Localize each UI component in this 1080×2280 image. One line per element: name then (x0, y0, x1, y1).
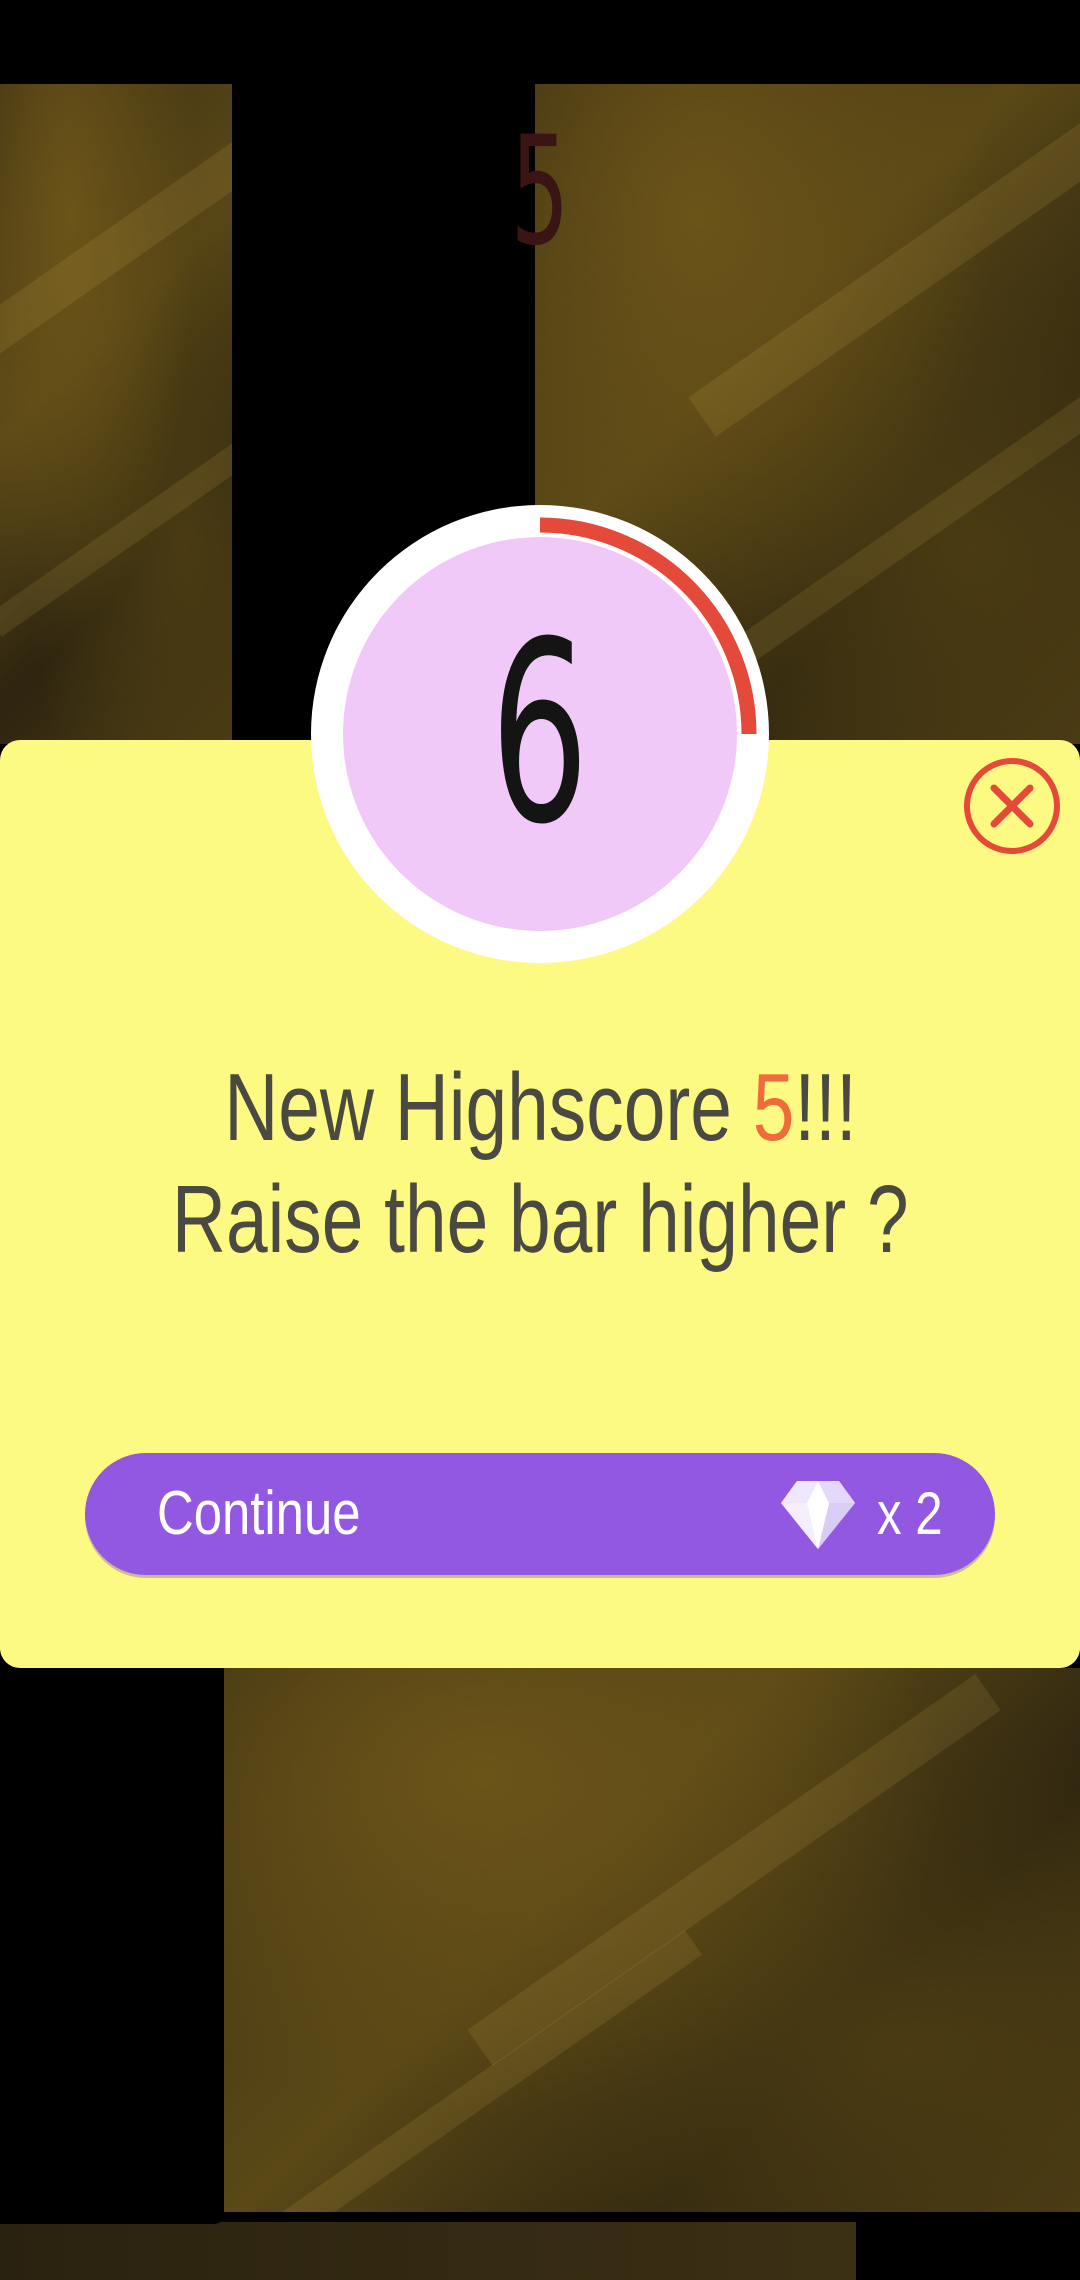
highscore-prefix: New Highscore (223, 1054, 753, 1161)
black-tile[interactable] (0, 1668, 224, 2224)
close-icon (990, 784, 1034, 828)
background-artwork (0, 84, 232, 744)
highscore-suffix: !!! (793, 1054, 857, 1161)
countdown-timer: 6 (311, 505, 769, 963)
continue-label: Continue (157, 1479, 361, 1548)
status-bar (0, 0, 1080, 84)
highscore-value: 5 (752, 1054, 794, 1161)
black-tile[interactable] (856, 2212, 1080, 2280)
diamond-icon (781, 1481, 855, 1549)
background-artwork (224, 1668, 1080, 2212)
game-screen: 5 6 New Highscore 5!!! Raise the bar hig… (0, 0, 1080, 2280)
highscore-message: New Highscore 5!!! Raise the bar higher … (0, 1052, 1080, 1276)
continue-cost: x 2 (877, 1480, 943, 1547)
raise-bar-text: Raise the bar higher ? (171, 1166, 909, 1273)
background-artwork (0, 2222, 856, 2280)
continue-button[interactable]: Continue x 2 (85, 1453, 995, 1575)
current-score: 5 (510, 105, 570, 279)
close-button[interactable] (964, 758, 1060, 854)
countdown-number: 6 (490, 588, 590, 879)
